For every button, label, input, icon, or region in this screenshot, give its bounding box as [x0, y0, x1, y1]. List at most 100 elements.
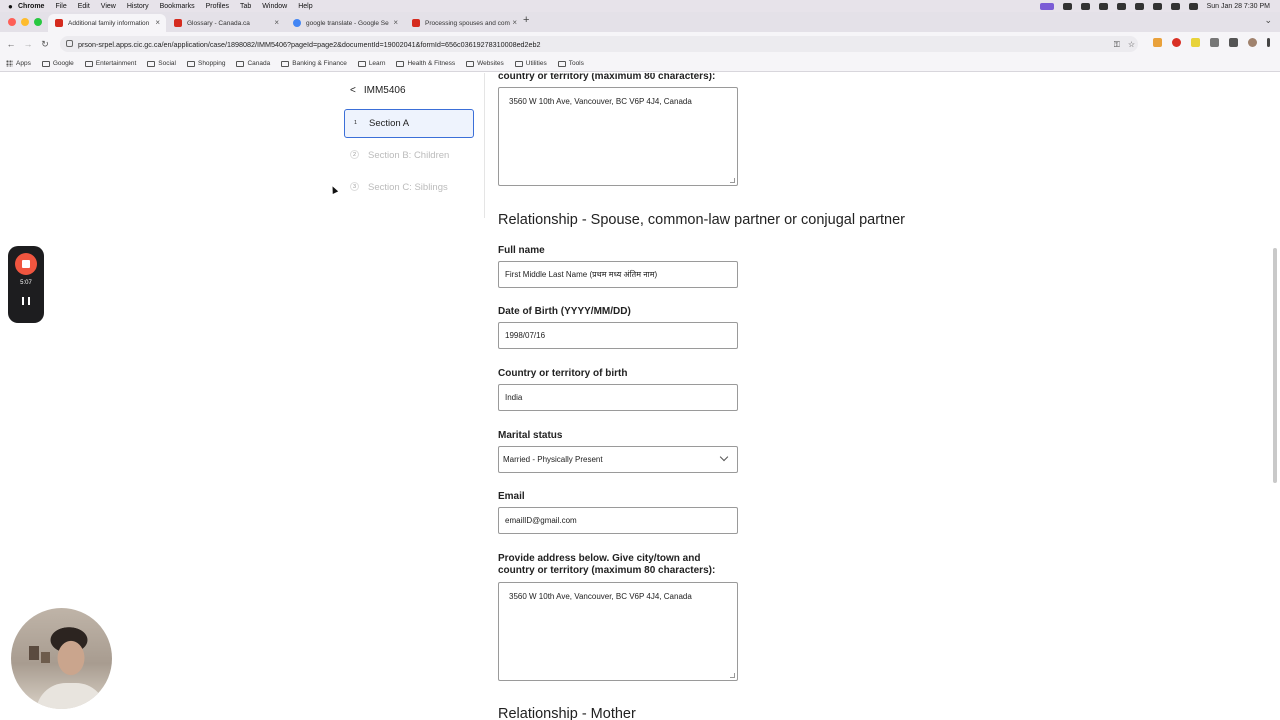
keyboard-icon[interactable]: [1116, 2, 1126, 10]
menu-window[interactable]: Window: [262, 3, 287, 10]
folder-icon: [396, 60, 405, 67]
reload-icon[interactable]: ↻: [39, 39, 51, 50]
back-link[interactable]: < IMM5406: [350, 85, 406, 96]
bookmark-label: Google: [52, 60, 74, 67]
bookmark-label: Canada: [247, 60, 271, 67]
extensions-puzzle-icon[interactable]: [1210, 38, 1219, 47]
back-link-label: IMM5406: [363, 85, 406, 96]
extensions: [1153, 38, 1270, 47]
more-menu-icon[interactable]: [1267, 38, 1270, 47]
menu-profiles[interactable]: Profiles: [206, 3, 229, 10]
battery-icon[interactable]: [1134, 2, 1144, 10]
forward-arrow-icon[interactable]: →: [22, 39, 34, 49]
email-input[interactable]: emailID@gmail.com: [498, 507, 738, 534]
extension-icon[interactable]: [1191, 38, 1200, 47]
marital-status-select[interactable]: Married - Physically Present: [498, 446, 738, 473]
tab-processing-spouses[interactable]: Processing spouses and com ×: [405, 14, 523, 32]
profile-avatar[interactable]: [1248, 38, 1257, 47]
menu-view[interactable]: View: [101, 3, 116, 10]
bookmark-label: Entertainment: [95, 60, 137, 67]
screen-record-icon[interactable]: [1039, 2, 1054, 10]
bookmark-apps[interactable]: Apps: [6, 60, 31, 67]
extension-icon[interactable]: [1172, 38, 1181, 47]
extension-icon[interactable]: [1153, 38, 1162, 47]
step-section-b-children[interactable]: 2 Section B: Children: [344, 141, 474, 170]
step-number: 3: [350, 182, 359, 191]
menu-tab[interactable]: Tab: [240, 3, 251, 10]
dob-input[interactable]: 1998/07/16: [498, 322, 738, 349]
input-value: India: [505, 393, 523, 402]
apple-icon[interactable]: ●: [8, 2, 18, 11]
input-value: 1998/07/16: [505, 331, 546, 340]
bookmark-folder-banking[interactable]: Banking & Finance: [281, 60, 347, 67]
wifi-icon[interactable]: [1152, 2, 1162, 10]
new-tab-icon[interactable]: +: [523, 14, 529, 26]
site-info-icon[interactable]: [66, 40, 73, 47]
step-label: Section C: Siblings: [368, 182, 448, 193]
address-textarea[interactable]: 3560 W 10th Ave, Vancouver, BC V6P 4J4, …: [498, 582, 738, 681]
bookmark-folder-google[interactable]: Google: [41, 60, 74, 67]
bluetooth-icon[interactable]: [1098, 2, 1108, 10]
tab-glossary[interactable]: Glossary - Canada.ca ×: [167, 14, 285, 32]
bookmark-folder-canada[interactable]: Canada: [236, 60, 270, 67]
pause-icon[interactable]: [22, 297, 30, 305]
bookmark-folder-entertainment[interactable]: Entertainment: [84, 60, 137, 67]
page-scrollbar[interactable]: [1273, 248, 1277, 483]
bookmark-label: Banking & Finance: [292, 60, 347, 67]
wall-frame: [29, 646, 39, 660]
tab-search-chevron-icon[interactable]: ⌄: [1264, 15, 1272, 26]
bookmark-label: Shopping: [197, 60, 226, 67]
top-address-textarea[interactable]: 3560 W 10th Ave, Vancouver, BC V6P 4J4, …: [498, 87, 738, 186]
resize-grip-icon[interactable]: [730, 673, 735, 678]
menu-file[interactable]: File: [55, 3, 66, 10]
menu-bookmarks[interactable]: Bookmarks: [160, 3, 195, 10]
webcam-bubble[interactable]: [11, 608, 112, 709]
bookmark-folder-utilities[interactable]: Utilities: [514, 60, 547, 67]
close-tab-icon[interactable]: ×: [512, 18, 517, 27]
volume-icon[interactable]: [1062, 2, 1072, 10]
stop-recording-button[interactable]: [15, 253, 37, 275]
clock[interactable]: Sun Jan 28 7:30 PM: [1207, 3, 1270, 10]
bookmarks-bar: Apps Google Entertainment Social Shoppin…: [0, 56, 1280, 72]
close-tab-icon[interactable]: ×: [393, 18, 398, 27]
step-number: 2: [350, 150, 359, 159]
zoom-window-icon[interactable]: [34, 18, 42, 26]
country-of-birth-input[interactable]: India: [498, 384, 738, 411]
bookmark-label: Apps: [16, 60, 31, 67]
bookmark-folder-social[interactable]: Social: [147, 60, 176, 67]
close-tab-icon[interactable]: ×: [274, 18, 279, 27]
tab-label: Glossary - Canada.ca: [187, 19, 250, 27]
chevron-down-icon: [719, 452, 729, 462]
password-key-icon[interactable]: ⚿: [1114, 40, 1120, 50]
bookmark-folder-tools[interactable]: Tools: [557, 60, 584, 67]
settings-icon[interactable]: [1080, 2, 1090, 10]
bookmark-folder-websites[interactable]: Websites: [466, 60, 504, 67]
menu-help[interactable]: Help: [298, 3, 312, 10]
close-tab-icon[interactable]: ×: [155, 18, 160, 27]
resize-grip-icon[interactable]: [730, 178, 735, 183]
status-icons: Sun Jan 28 7:30 PM: [1039, 0, 1270, 12]
bookmark-folder-learn[interactable]: Learn: [357, 60, 385, 67]
side-panel-icon[interactable]: [1229, 38, 1238, 47]
menu-edit[interactable]: Edit: [78, 3, 90, 10]
tab-additional-family-info[interactable]: Additional family information ×: [48, 14, 166, 32]
spouse-section-heading: Relationship - Spouse, common-law partne…: [498, 212, 906, 228]
menu-history[interactable]: History: [127, 3, 149, 10]
bookmark-folder-health[interactable]: Health & Fitness: [396, 60, 455, 67]
bookmark-folder-shopping[interactable]: Shopping: [186, 60, 226, 67]
tab-google-translate[interactable]: google translate - Google Se ×: [286, 14, 404, 32]
close-window-icon[interactable]: [8, 18, 16, 26]
minimize-window-icon[interactable]: [21, 18, 29, 26]
tab-strip: Additional family information × Glossary…: [0, 12, 1280, 32]
address-bar[interactable]: prson-srpel.apps.cic.gc.ca/en/applicatio…: [60, 36, 1138, 52]
full-name-input[interactable]: First Middle Last Name (प्रथम मध्य अंतिम…: [498, 261, 738, 288]
macos-menu-bar: ● Chrome File Edit View History Bookmark…: [0, 0, 1280, 12]
search-icon[interactable]: [1170, 2, 1180, 10]
step-section-c-siblings[interactable]: 3 Section C: Siblings: [344, 173, 474, 202]
step-section-a[interactable]: 1 Section A: [344, 109, 474, 138]
back-arrow-icon[interactable]: ←: [5, 39, 17, 49]
menu-app[interactable]: Chrome: [18, 3, 44, 10]
folder-icon: [514, 60, 523, 67]
control-center-icon[interactable]: [1188, 2, 1198, 10]
bookmark-star-icon[interactable]: ☆: [1128, 40, 1135, 50]
